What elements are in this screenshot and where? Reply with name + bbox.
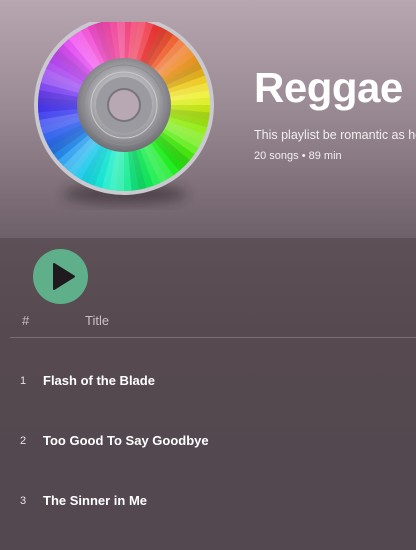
playlist-description: This playlist be romantic as he xyxy=(254,128,416,142)
track-number: 1 xyxy=(20,375,27,387)
track-number: 3 xyxy=(20,495,27,507)
playlist-meta: 20 songs • 89 min xyxy=(254,150,342,162)
column-header-number: # xyxy=(22,313,30,328)
play-icon xyxy=(53,263,75,290)
playlist-header: Reggae This playlist be romantic as he 2… xyxy=(0,0,416,238)
track-title: The Sinner in Me xyxy=(43,493,148,508)
header-divider xyxy=(10,337,416,338)
track-row[interactable]: 2 Too Good To Say Goodbye xyxy=(0,422,416,462)
playlist-cover xyxy=(30,15,220,212)
track-number: 2 xyxy=(20,435,27,447)
play-button[interactable] xyxy=(33,249,88,304)
track-row[interactable]: 1 Flash of the Blade xyxy=(0,362,416,402)
playlist-title: Reggae xyxy=(254,64,403,111)
track-title: Too Good To Say Goodbye xyxy=(43,433,209,448)
column-header-title[interactable]: Title xyxy=(85,313,109,328)
track-row[interactable]: 3 The Sinner in Me xyxy=(0,482,416,522)
track-title: Flash of the Blade xyxy=(43,373,155,388)
rainbow-disc-icon xyxy=(34,15,214,204)
